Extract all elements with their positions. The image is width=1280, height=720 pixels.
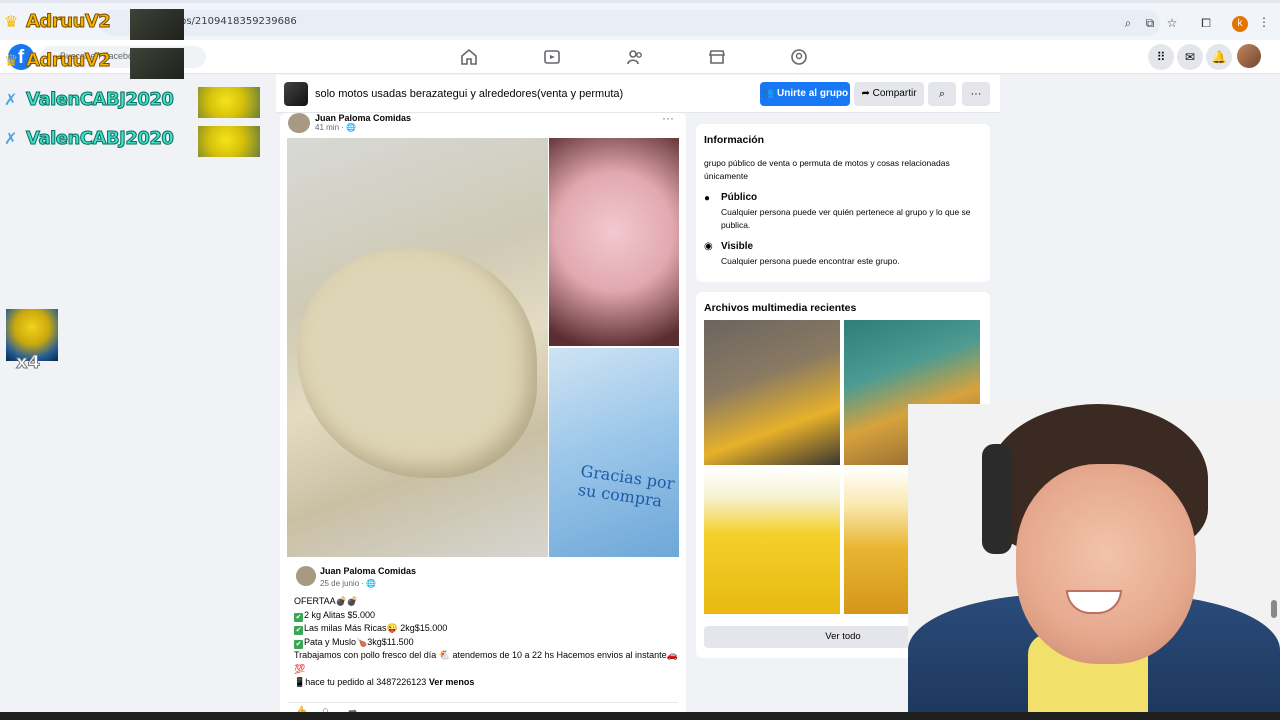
- bookmark-star-icon[interactable]: ☆: [1164, 15, 1180, 31]
- crown-icon: ♛: [4, 14, 19, 31]
- marketplace-icon[interactable]: [707, 47, 727, 67]
- overlay-avatar: [130, 9, 184, 40]
- crown-icon: ♛: [4, 53, 19, 70]
- group-header: solo motos usadas berazategui y alrededo…: [276, 75, 1000, 113]
- overlay-avatar: [130, 48, 184, 79]
- post-line: Trabajamos con pollo fresco del día 🐔 at…: [294, 650, 678, 660]
- join-group-label: Unirte al grupo: [777, 88, 849, 99]
- visible-description: Cualquier persona puede encontrar este g…: [721, 256, 900, 266]
- join-group-button[interactable]: 👥 Unirte al grupo: [760, 82, 850, 106]
- globe-icon: ●: [704, 193, 711, 204]
- overlay-username: AdruuV2: [25, 11, 111, 33]
- overlay-avatar: [198, 126, 260, 157]
- overlay-avatar: [198, 87, 260, 118]
- post-more-icon[interactable]: ···: [662, 111, 674, 125]
- shared-time[interactable]: 25 de junio · 🌐: [320, 579, 376, 588]
- gaming-icon[interactable]: [789, 47, 809, 67]
- media-title: Archivos multimedia recientes: [704, 302, 857, 314]
- group-info-card: Información grupo público de venta o per…: [696, 124, 990, 282]
- account-avatar[interactable]: [1237, 44, 1261, 68]
- join-group-icon: 👥: [761, 88, 778, 99]
- zoom-icon[interactable]: ⌕: [1120, 15, 1136, 31]
- home-icon[interactable]: [459, 47, 479, 67]
- check-icon: ✔: [294, 612, 303, 622]
- post-line: Pata y Muslo🍗3kg$11.500: [304, 636, 414, 647]
- url-text[interactable]: ps/2109418359239686: [180, 16, 297, 27]
- public-title: Público: [721, 192, 758, 203]
- gift-count: x4: [15, 352, 41, 374]
- install-icon[interactable]: ⧉: [1142, 15, 1158, 31]
- search-icon[interactable]: ⌕: [928, 82, 956, 106]
- sword-icon: ✗: [4, 131, 18, 148]
- globe-icon: 🌐: [366, 579, 377, 588]
- browser-toolbar: ps/2109418359239686 ⌕ ⧉ ☆ ⧠ k ⋮: [0, 0, 1280, 40]
- overlay-username: AdruuV2: [25, 50, 111, 72]
- group-thumbnail[interactable]: [284, 82, 308, 106]
- post-text: OFERTAA💣💣 ✔ 2 kg Alitas $5.000 ✔ Las milas…: [294, 595, 680, 690]
- food-photo-shape: [297, 248, 537, 478]
- menu-grid-icon[interactable]: ⠿: [1148, 44, 1174, 70]
- overlay-username: ValenCABJ2020: [25, 89, 174, 111]
- public-description: Cualquier persona puede ver quién perten…: [721, 207, 971, 230]
- share-label: Compartir: [872, 88, 917, 99]
- webcam-feed: [908, 404, 1280, 720]
- post-image-bag[interactable]: Gracias por su compra: [549, 348, 679, 557]
- groups-icon[interactable]: [625, 47, 645, 67]
- post-line: Las milas Más Ricas😜 2kg$15.000: [304, 623, 448, 633]
- browser-menu-icon[interactable]: ⋮: [1258, 15, 1270, 29]
- shared-author-avatar[interactable]: [296, 566, 316, 586]
- see-less-link[interactable]: Ver menos: [429, 677, 475, 687]
- more-options-icon[interactable]: ···: [962, 82, 990, 106]
- post-time[interactable]: 41 min · 🌐: [315, 123, 356, 132]
- check-icon: ✔: [294, 626, 303, 635]
- info-title: Información: [704, 134, 765, 146]
- share-button[interactable]: ➦ Compartir: [854, 82, 924, 106]
- post-line: OFERTAA💣💣: [294, 596, 359, 606]
- extensions-icon[interactable]: ⧠: [1198, 15, 1214, 31]
- post-image-chicken[interactable]: [549, 138, 679, 346]
- webcam-headset: [982, 444, 1012, 554]
- facebook-top-nav: f Buscar en Facebook ⠿ ✉ 🔔: [0, 40, 1280, 74]
- page-scrollbar[interactable]: [1271, 600, 1277, 618]
- group-post: Juan Paloma Comidas 41 min · 🌐 ··· Graci…: [280, 111, 686, 720]
- taskbar-strip: [0, 712, 1280, 720]
- group-name[interactable]: solo motos usadas berazategui y alrededo…: [315, 88, 623, 100]
- browser-profile-avatar[interactable]: k: [1232, 16, 1248, 32]
- sword-icon: ✗: [4, 92, 18, 109]
- post-line: 📱hace tu pedido al 3487226123: [294, 677, 427, 687]
- post-line: 💯: [294, 663, 306, 674]
- media-thumbnail[interactable]: [704, 468, 840, 614]
- eye-icon: ◉: [704, 241, 713, 252]
- share-icon: ➦: [861, 88, 873, 99]
- bag-print-text: Gracias por su compra: [576, 461, 676, 511]
- post-image-main[interactable]: [287, 138, 548, 557]
- bell-icon[interactable]: 🔔: [1206, 44, 1232, 70]
- post-author[interactable]: Juan Paloma Comidas: [315, 113, 411, 123]
- overlay-username: ValenCABJ2020: [25, 128, 174, 150]
- shared-author[interactable]: Juan Paloma Comidas: [320, 566, 416, 576]
- media-thumbnail[interactable]: [704, 320, 840, 465]
- messenger-icon[interactable]: ✉: [1177, 44, 1203, 70]
- video-icon[interactable]: [542, 47, 562, 67]
- globe-icon: 🌐: [346, 123, 357, 132]
- post-author-avatar[interactable]: [288, 113, 310, 133]
- info-description: grupo público de venta o permuta de moto…: [704, 158, 950, 181]
- visible-title: Visible: [721, 241, 754, 252]
- webcam-face: [1016, 464, 1196, 664]
- address-bar[interactable]: ps/2109418359239686: [100, 10, 1160, 36]
- post-line: 2 kg Alitas $5.000: [304, 609, 376, 620]
- check-icon: ✔: [294, 639, 303, 649]
